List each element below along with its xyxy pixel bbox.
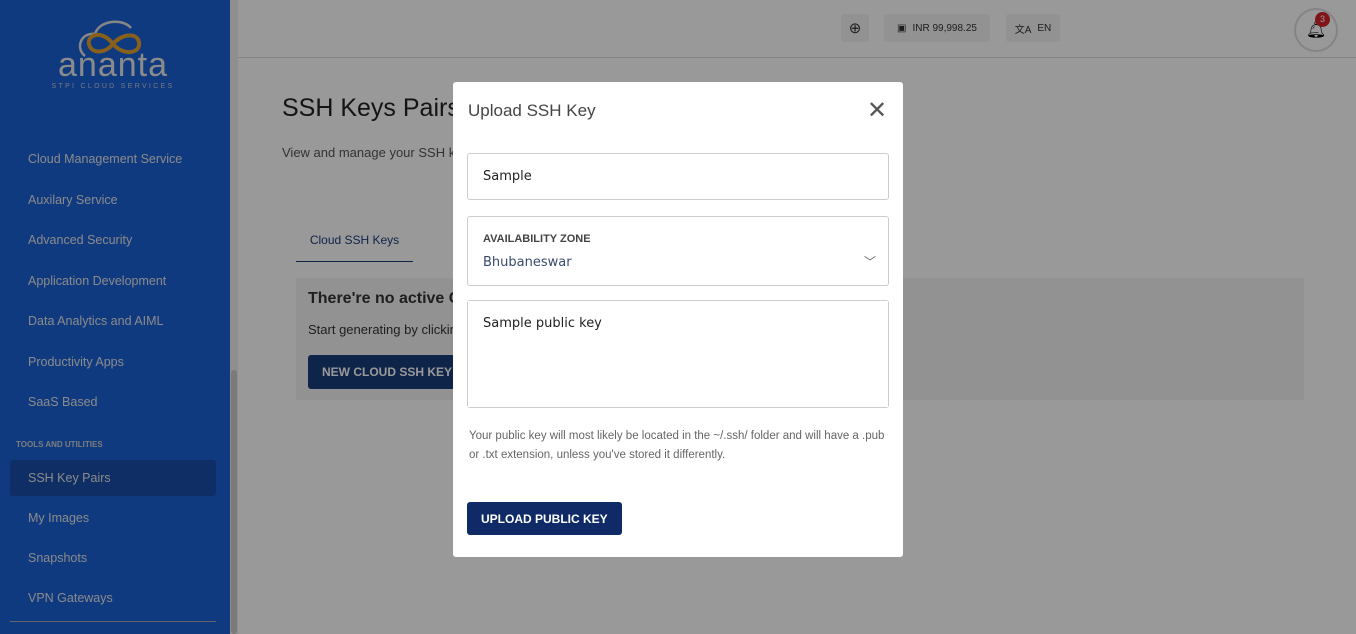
availability-zone-value: Bhubaneswar — [483, 255, 572, 270]
public-key-field[interactable]: Sample public key — [467, 300, 889, 408]
key-name-input[interactable] — [468, 154, 888, 199]
upload-ssh-key-modal: Upload SSH Key ✕ AVAILABILITY ZONE Bhuba… — [453, 82, 903, 557]
modal-title: Upload SSH Key — [468, 101, 596, 120]
close-icon[interactable]: ✕ — [867, 96, 887, 125]
key-name-field[interactable] — [467, 153, 889, 200]
availability-zone-label: AVAILABILITY ZONE — [483, 233, 591, 245]
chevron-down-icon: ﹀ — [863, 255, 876, 269]
upload-public-key-button[interactable]: UPLOAD PUBLIC KEY — [467, 502, 622, 535]
public-key-textarea[interactable]: Sample public key — [468, 301, 888, 407]
public-key-hint: Your public key will most likely be loca… — [469, 430, 885, 461]
availability-zone-select[interactable]: AVAILABILITY ZONE Bhubaneswar ﹀ — [467, 216, 889, 286]
